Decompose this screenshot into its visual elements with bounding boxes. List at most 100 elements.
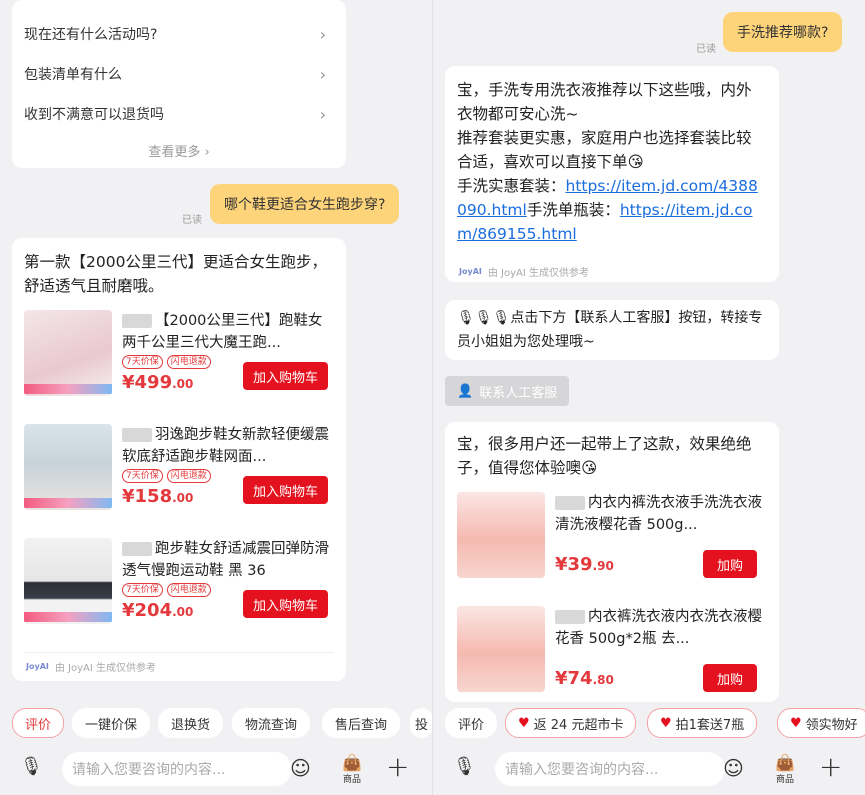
- see-more-link[interactable]: 查看更多 ›: [12, 141, 346, 160]
- fast-refund-tag: 闪电退款: [166, 583, 211, 597]
- contact-agent-button[interactable]: 👤 联系人工客服: [445, 376, 570, 406]
- price-protect-tag: 7天价保: [122, 583, 163, 597]
- faq-item-label: 现在还有什么活动吗?: [24, 27, 158, 43]
- notice-text: 🎙🎙🎙点击下方【联系人工客服】按钮，转接专员小姐姐为您处理哦~: [457, 310, 763, 350]
- goods-label: 商品: [342, 775, 361, 785]
- chip-price-protect[interactable]: 一键价保: [72, 708, 151, 738]
- product-title: 跑步鞋女舒适减震回弹防滑透气慢跑运动鞋 黑 36: [122, 541, 329, 579]
- add-to-cart-button[interactable]: 加入购物车: [242, 476, 328, 504]
- quick-chips-bar: 评价 ♥ 返 24 元超市卡 ♥ 拍1套送7瓶 ♥ 领实物好: [433, 708, 865, 738]
- read-receipt: 已读: [696, 44, 716, 55]
- message-input[interactable]: 请输入您要咨询的内容...: [62, 752, 292, 786]
- link-label: 手洗单瓶装：: [526, 201, 620, 219]
- chip-label: 返 24 元超市卡: [533, 717, 624, 733]
- blurred-brand: [122, 542, 152, 556]
- add-to-cart-button[interactable]: 加入购物车: [242, 590, 328, 618]
- product-price: ¥499.00: [122, 372, 193, 393]
- user-message-bubble: 手洗推荐哪款?: [723, 12, 843, 52]
- goods-button[interactable]: 👜 商品: [771, 753, 799, 786]
- bag-icon: 👜: [775, 753, 795, 772]
- product-title: 内衣内裤洗衣液手洗洗衣液清洗液樱花香 500g...: [555, 495, 762, 533]
- product-price: ¥74.80: [555, 668, 614, 689]
- chip-cashback[interactable]: ♥ 返 24 元超市卡: [505, 708, 637, 738]
- chip-logistics[interactable]: 物流查询: [232, 708, 311, 738]
- emoji-icon[interactable]: ☺: [290, 756, 311, 780]
- microphone-icon[interactable]: 🎙: [20, 756, 43, 777]
- product-image-shoe-white[interactable]: [24, 424, 112, 510]
- product-title: 内衣裤洗衣液内衣洗衣液樱花香 500g*2瓶 去...: [555, 609, 762, 647]
- blurred-brand: [122, 314, 152, 328]
- chevron-right-icon: ›: [319, 64, 326, 84]
- price-decimal: .80: [592, 673, 614, 687]
- product-card[interactable]: 羽逸跑步鞋女新款轻便缓震软底舒适跑步鞋网面... 7天价保 闪电退款 ¥158.0…: [24, 424, 334, 519]
- emoji-icon[interactable]: ☺: [723, 756, 744, 780]
- add-to-cart-button[interactable]: 加入购物车: [242, 362, 328, 390]
- ai-disclaimer: JoyAI 由 JoyAI 生成仅供参考: [459, 264, 589, 279]
- product-price: ¥39.90: [555, 554, 614, 575]
- product-title: 【2000公里三代】跑鞋女两千公里三代大魔王跑...: [122, 313, 323, 351]
- plus-icon[interactable]: +: [386, 750, 409, 783]
- goods-label: 商品: [775, 775, 794, 785]
- blurred-brand: [555, 610, 585, 624]
- product-card[interactable]: 跑步鞋女舒适减震回弹防滑透气慢跑运动鞋 黑 36 7天价保 闪电退款 ¥204.0…: [24, 538, 334, 633]
- goods-button[interactable]: 👜 商品: [338, 754, 366, 786]
- price-decimal: .00: [172, 377, 194, 391]
- chip-bundle-offer[interactable]: ♥ 拍1套送7瓶: [647, 708, 758, 738]
- ai-disclaimer: JoyAI 由 JoyAI 生成仅供参考: [26, 659, 156, 674]
- add-to-cart-button[interactable]: 加购: [703, 664, 757, 692]
- agent-icon: 👤: [457, 383, 474, 399]
- divider: [24, 652, 334, 653]
- chip-review[interactable]: 评价: [12, 708, 65, 738]
- price-protect-tag: 7天价保: [122, 469, 163, 483]
- product-image-detergent[interactable]: [457, 492, 545, 578]
- faq-item-label: 收到不满意可以退货吗: [24, 107, 164, 123]
- fast-refund-tag: 闪电退款: [166, 355, 211, 369]
- chevron-right-icon: ›: [319, 24, 326, 44]
- microphone-icon[interactable]: 🎙: [453, 756, 476, 777]
- price-main: ¥204: [122, 600, 173, 621]
- blurred-brand: [122, 428, 152, 442]
- left-chat-pane: 现在还有什么活动吗? › 包装清单有什么 › 收到不满意可以退货吗 › 查看更多…: [0, 0, 432, 795]
- chip-exchange[interactable]: 退换货: [158, 708, 224, 738]
- add-to-cart-button[interactable]: 加购: [703, 550, 757, 578]
- faq-item-label: 包装清单有什么: [24, 67, 122, 83]
- message-input[interactable]: 请输入您要咨询的内容...: [495, 752, 725, 786]
- read-receipt: 已读: [182, 215, 202, 226]
- chip-after-sales[interactable]: 售后查询: [322, 708, 401, 738]
- joyai-logo-icon: JoyAI: [459, 267, 482, 276]
- heart-icon: ♥: [518, 715, 530, 731]
- chip-label: 拍1套送7瓶: [675, 717, 745, 733]
- product-image-detergent[interactable]: [457, 606, 545, 692]
- right-chat-pane: 手洗推荐哪款? 已读 宝，手洗专用洗衣液推荐以下这些哦，内外衣物都可安心洗~ 推…: [433, 0, 865, 795]
- faq-item-activities[interactable]: 现在还有什么活动吗? ›: [24, 14, 326, 54]
- bot-reply-card: 宝，很多用户还一起带上了这款，效果绝绝子，值得您体验噢😘 内衣内裤洗衣液手洗洗衣…: [445, 422, 779, 702]
- quick-chips-bar: 评价 一键价保 退换货 物流查询 售后查询 投: [0, 708, 432, 738]
- product-image-shoe-black[interactable]: [24, 538, 112, 624]
- input-bar: 🎙 请输入您要咨询的内容... ☺ 👜 商品 +: [0, 746, 432, 794]
- product-card[interactable]: 【2000公里三代】跑鞋女两千公里三代大魔王跑... 7天价保 闪电退款 ¥499…: [24, 310, 334, 405]
- product-image-shoe-pink[interactable]: [24, 310, 112, 396]
- user-message-bubble: 哪个鞋更适合女生跑步穿?: [210, 184, 400, 224]
- faq-item-return[interactable]: 收到不满意可以退货吗 ›: [24, 94, 326, 134]
- plus-icon[interactable]: +: [819, 750, 842, 783]
- bot-notice-card: 🎙🎙🎙点击下方【联系人工客服】按钮，转接专员小姐姐为您处理哦~: [445, 300, 779, 360]
- product-card[interactable]: 内衣内裤洗衣液手洗洗衣液清洗液樱花香 500g... ¥39.90 加购: [457, 492, 767, 587]
- reply-line: 推荐套装更实惠，家庭用户也选择套装比较合适，喜欢可以直接下单😘: [457, 129, 752, 171]
- product-card[interactable]: 内衣裤洗衣液内衣洗衣液樱花香 500g*2瓶 去... ¥74.80 加购: [457, 606, 767, 701]
- blurred-brand: [555, 496, 585, 510]
- chip-more[interactable]: 投: [410, 708, 432, 738]
- price-protect-tag: 7天价保: [122, 355, 163, 369]
- reply-line: 宝，手洗专用洗衣液推荐以下这些哦，内外衣物都可安心洗~: [457, 81, 752, 123]
- price-decimal: .00: [172, 605, 194, 619]
- chip-review[interactable]: 评价: [445, 708, 498, 738]
- joyai-logo-icon: JoyAI: [26, 662, 49, 671]
- fast-refund-tag: 闪电退款: [166, 469, 211, 483]
- chip-label: 领实物好: [805, 717, 858, 733]
- ai-disclaimer-text: 由 JoyAI 生成仅供参考: [54, 663, 156, 674]
- product-price: ¥204.00: [122, 600, 193, 621]
- faq-item-packing-list[interactable]: 包装清单有什么 ›: [24, 54, 326, 94]
- chip-gift[interactable]: ♥ 领实物好: [777, 708, 865, 738]
- heart-icon: ♥: [790, 715, 802, 731]
- price-main: ¥499: [122, 372, 173, 393]
- price-decimal: .00: [172, 491, 194, 505]
